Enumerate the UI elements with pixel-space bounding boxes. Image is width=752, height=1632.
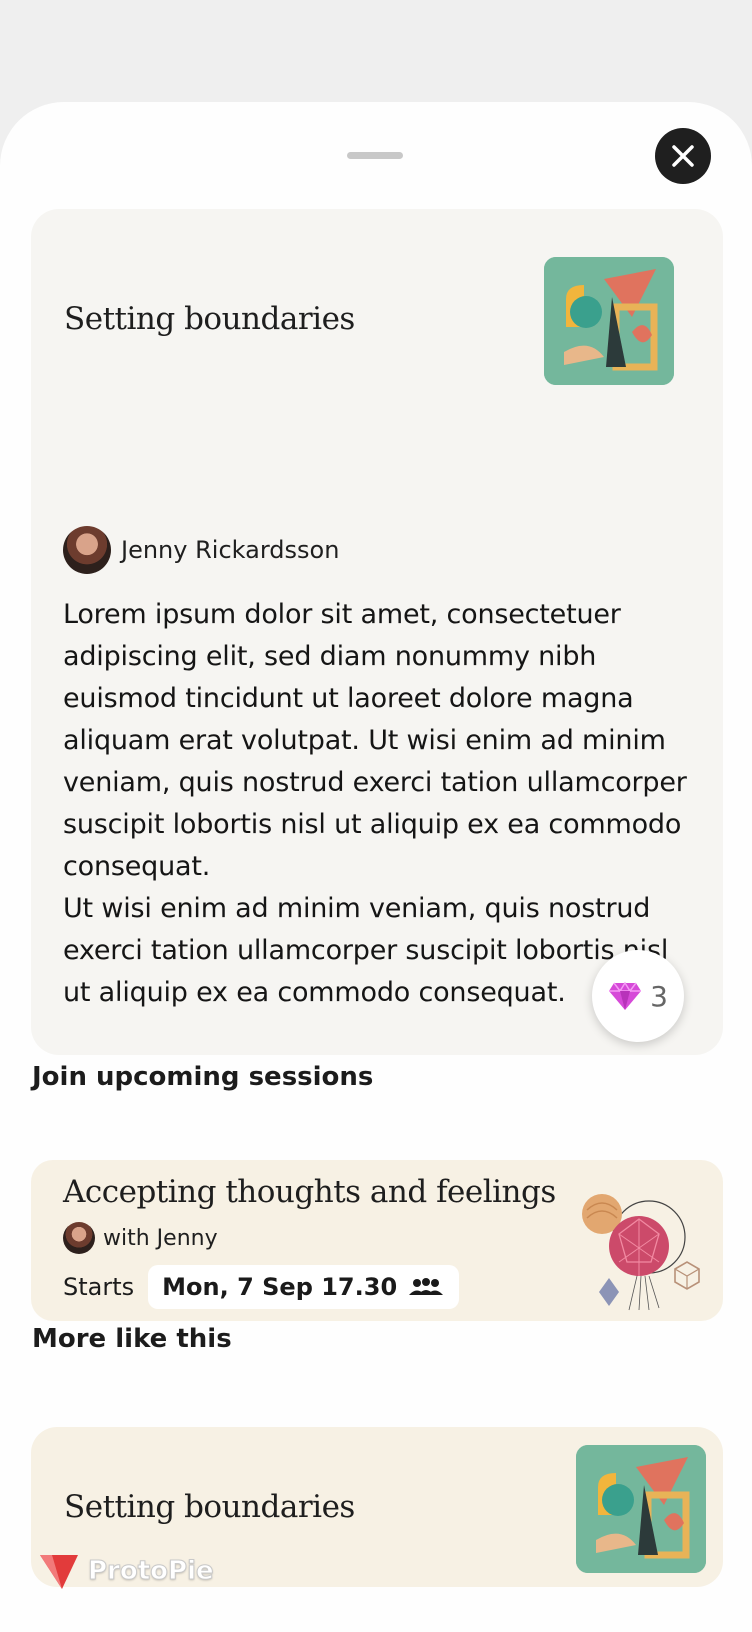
starts-row: Starts Mon, 7 Sep 17.30 bbox=[63, 1265, 460, 1309]
more-item-title: Setting boundaries bbox=[64, 1489, 355, 1525]
session-art-image bbox=[582, 1194, 700, 1311]
host-text: with Jenny bbox=[103, 1225, 218, 1251]
sheet-grabber[interactable] bbox=[347, 152, 403, 159]
watermark-text: ProtoPie bbox=[88, 1556, 215, 1587]
gem-count: 3 bbox=[650, 979, 668, 1013]
upcoming-heading: Join upcoming sessions bbox=[32, 1062, 374, 1092]
session-date-pill: Mon, 7 Sep 17.30 bbox=[148, 1265, 460, 1309]
featured-thumbnail bbox=[544, 257, 674, 385]
gem-badge[interactable]: 3 bbox=[592, 950, 684, 1042]
author-name: Jenny Rickardsson bbox=[121, 536, 340, 564]
abstract-art-image bbox=[544, 257, 674, 385]
gem-icon bbox=[609, 981, 642, 1010]
abstract-art-image bbox=[576, 1445, 706, 1573]
protopie-logo-icon bbox=[40, 1555, 78, 1589]
featured-card: Setting boundaries Jenny Rickardsson Lor… bbox=[31, 209, 723, 1055]
group-icon bbox=[409, 1278, 444, 1295]
session-date: Mon, 7 Sep 17.30 bbox=[162, 1273, 398, 1301]
close-button[interactable] bbox=[655, 128, 711, 184]
session-host: with Jenny bbox=[63, 1222, 218, 1254]
author-row[interactable]: Jenny Rickardsson bbox=[63, 526, 339, 574]
session-card[interactable]: Accepting thoughts and feelings with Jen… bbox=[31, 1160, 723, 1321]
more-item-thumbnail bbox=[576, 1445, 706, 1573]
close-icon bbox=[672, 145, 694, 167]
more-heading: More like this bbox=[32, 1324, 232, 1354]
bottom-sheet: Setting boundaries Jenny Rickardsson Lor… bbox=[0, 102, 752, 1632]
protopie-watermark: ProtoPie bbox=[38, 1551, 214, 1591]
starts-label: Starts bbox=[63, 1273, 135, 1301]
author-avatar bbox=[63, 526, 111, 574]
session-title: Accepting thoughts and feelings bbox=[63, 1174, 556, 1210]
featured-description: Lorem ipsum dolor sit amet, consectetuer… bbox=[63, 599, 687, 1008]
host-avatar bbox=[63, 1222, 95, 1254]
featured-title: Setting boundaries bbox=[64, 301, 355, 337]
